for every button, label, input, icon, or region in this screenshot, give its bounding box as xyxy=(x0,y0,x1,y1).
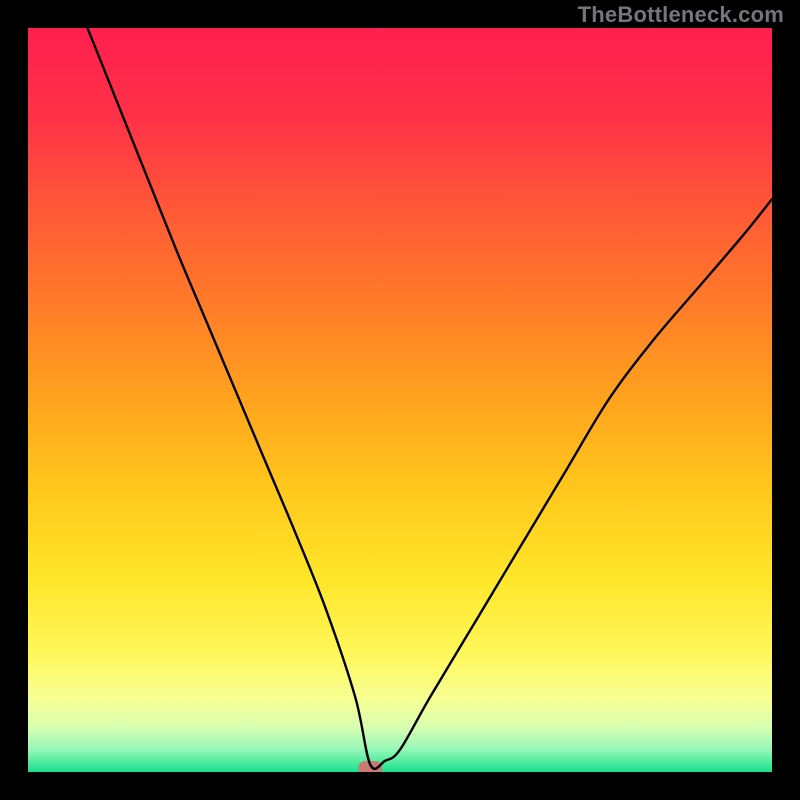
chart-background xyxy=(28,28,772,772)
chart-frame: TheBottleneck.com xyxy=(0,0,800,800)
chart-svg xyxy=(28,28,772,772)
watermark-text: TheBottleneck.com xyxy=(578,2,784,28)
plot-area xyxy=(28,28,772,772)
